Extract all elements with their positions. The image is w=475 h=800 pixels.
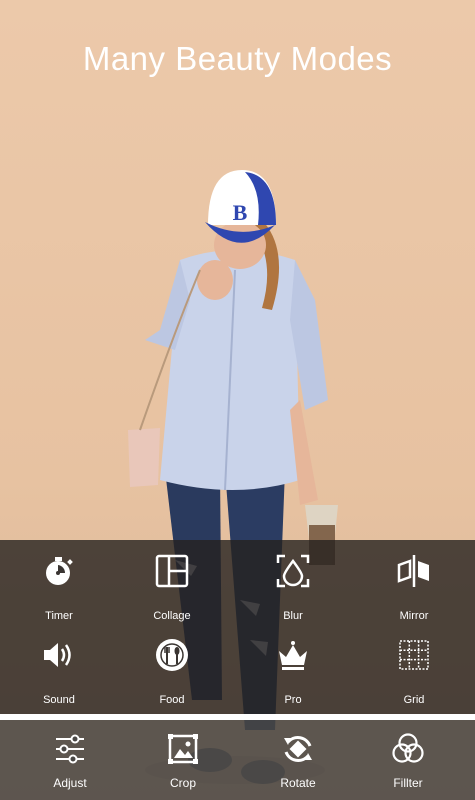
tool-label: Mirror: [399, 610, 429, 622]
tool-food[interactable]: Food: [113, 624, 231, 706]
tab-rotate[interactable]: Rotate: [239, 720, 357, 800]
tab-crop[interactable]: Crop: [124, 720, 242, 800]
tab-label: Fillter: [393, 776, 423, 790]
sliders-icon: [56, 734, 84, 764]
blur-icon: [276, 554, 310, 588]
tool-label: Blur: [283, 610, 303, 622]
tool-label: Timer: [45, 610, 73, 622]
sound-icon: [44, 643, 71, 667]
filter-icon: [392, 733, 424, 763]
tool-label: Food: [159, 694, 185, 706]
tool-pro[interactable]: Pro: [234, 624, 352, 706]
svg-text:B: B: [233, 200, 248, 225]
tool-label: Pro: [284, 694, 302, 706]
food-icon: [156, 639, 188, 671]
tool-timer[interactable]: Timer: [0, 540, 118, 622]
mirror-icon: [397, 555, 429, 587]
tab-adjust[interactable]: Adjust: [11, 720, 129, 800]
rotate-icon: [284, 736, 312, 762]
tool-collage[interactable]: Collage: [113, 540, 231, 622]
tool-label: Collage: [153, 610, 191, 622]
page-title: Many Beauty Modes: [82, 40, 393, 77]
tool-blur[interactable]: Blur: [234, 540, 352, 622]
bottom-toolbar: Adjust Crop Rotate Fillter: [0, 720, 475, 800]
tool-sound[interactable]: Sound: [0, 624, 118, 706]
collage-icon: [155, 554, 189, 588]
tool-grid[interactable]: Grid: [355, 624, 473, 706]
tool-mirror[interactable]: Mirror: [355, 540, 473, 622]
crop-icon: [168, 734, 198, 764]
crown-icon: [279, 641, 307, 670]
tab-filter[interactable]: Fillter: [349, 720, 467, 800]
tab-label: Rotate: [280, 776, 316, 790]
tool-label: Sound: [43, 694, 75, 706]
tab-label: Crop: [169, 776, 196, 790]
timer-icon: [46, 557, 73, 585]
tool-label: Grid: [403, 694, 425, 706]
tab-label: Adjust: [53, 776, 87, 790]
tools-panel: Timer Collage Blur Mirror Sound Food Pro…: [0, 540, 475, 714]
grid-icon: [399, 640, 429, 670]
